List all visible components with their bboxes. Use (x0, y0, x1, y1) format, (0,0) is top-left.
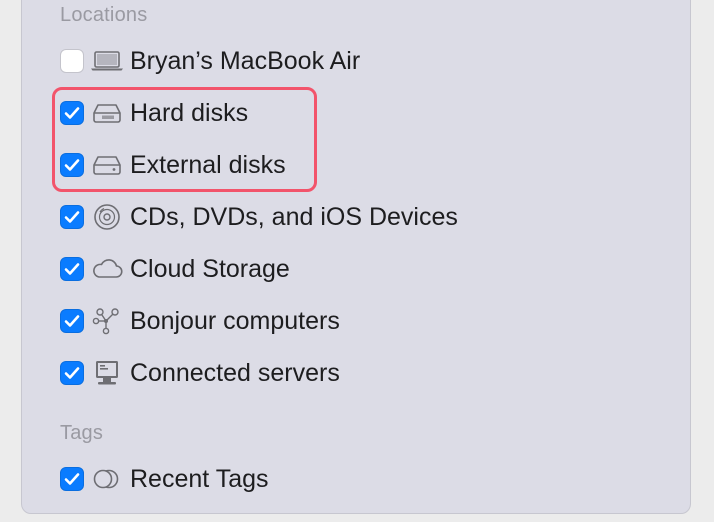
checkbox-bonjour[interactable] (60, 309, 84, 333)
location-item-bonjour[interactable]: Bonjour computers (60, 306, 340, 336)
location-label: Cloud Storage (130, 254, 290, 283)
checkbox-cloud-storage[interactable] (60, 257, 84, 281)
location-item-cds-dvds[interactable]: CDs, DVDs, and iOS Devices (60, 202, 458, 232)
cloud-icon (90, 255, 124, 283)
location-label: Bryan’s MacBook Air (130, 46, 361, 75)
section-header-locations: Locations (60, 4, 148, 26)
tags-label: Recent Tags (130, 464, 269, 493)
tags-item-recent-tags[interactable]: Recent Tags (60, 464, 269, 494)
location-label: Bonjour computers (130, 306, 340, 335)
server-icon (90, 359, 124, 387)
highlight-annotation (52, 87, 317, 192)
location-item-macbook[interactable]: Bryan’s MacBook Air (60, 46, 360, 76)
location-item-connected-servers[interactable]: Connected servers (60, 358, 340, 388)
checkbox-recent-tags[interactable] (60, 467, 84, 491)
location-label: Connected servers (130, 358, 340, 387)
tags-icon (90, 465, 124, 493)
checkbox-cds-dvds[interactable] (60, 205, 84, 229)
location-item-cloud-storage[interactable]: Cloud Storage (60, 254, 290, 284)
checkbox-connected-servers[interactable] (60, 361, 84, 385)
disc-icon (90, 203, 124, 231)
bonjour-icon (90, 307, 124, 335)
section-header-tags: Tags (60, 422, 104, 444)
checkbox-macbook[interactable] (60, 49, 84, 73)
laptop-icon (90, 47, 124, 75)
location-label: CDs, DVDs, and iOS Devices (130, 202, 458, 231)
